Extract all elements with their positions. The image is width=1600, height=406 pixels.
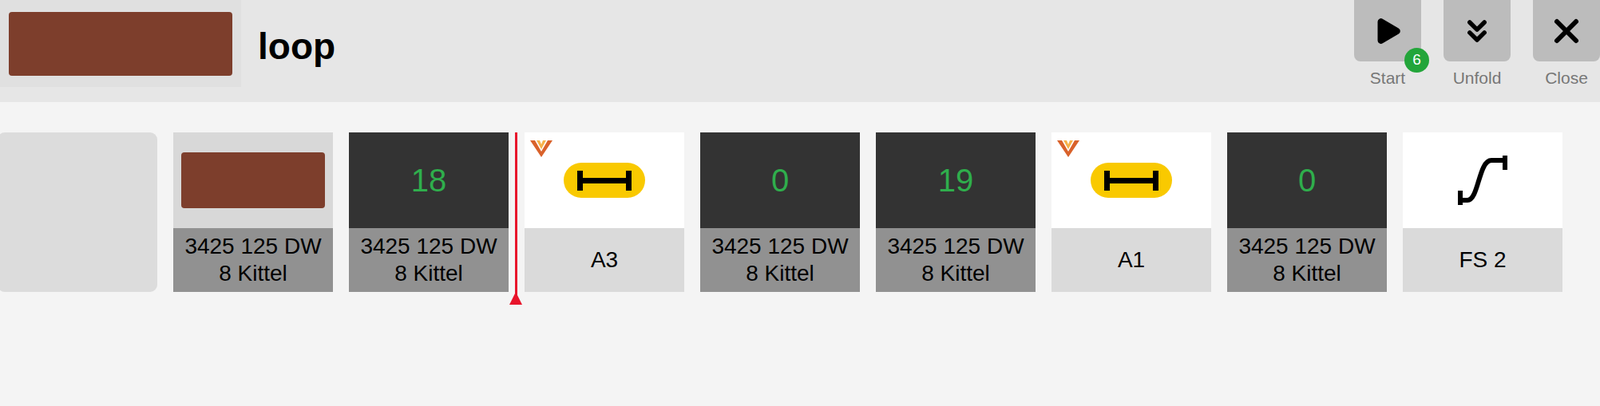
title: loop: [257, 19, 336, 75]
sequence-row: 3425 125 DW 8 Kittel183425 125 DW 8 Kitt…: [0, 132, 1600, 293]
app: loop 6Start Unfold Close 3425 125 DW 8 Kitte…: [0, 0, 1600, 406]
count-value: 19: [875, 132, 1036, 229]
count-card[interactable]: 193425 125 DW 8 Kittel: [875, 132, 1036, 293]
position-cursor: [514, 132, 518, 304]
route-card[interactable]: FS 2: [1402, 132, 1563, 293]
chevrons-down-icon: [1459, 13, 1495, 49]
locomotive-photo: [173, 132, 333, 229]
empty-card[interactable]: [0, 132, 158, 293]
card-label: 3425 125 DW 8 Kittel: [700, 228, 860, 293]
count-card[interactable]: 03425 125 DW 8 Kittel: [700, 132, 860, 293]
play-icon: [1371, 15, 1404, 48]
count-value: 0: [700, 132, 860, 229]
close-button[interactable]: Close: [1532, 0, 1600, 92]
badge: 6: [1404, 47, 1430, 73]
track-icon: [562, 162, 646, 199]
close-icon: [1547, 11, 1586, 51]
card-label: FS 2: [1402, 228, 1563, 293]
button-label: Start: [1370, 65, 1406, 92]
count-card[interactable]: 03425 125 DW 8 Kittel: [1227, 132, 1387, 293]
locomotive-photo: [0, 0, 242, 88]
card-label: 3425 125 DW 8 Kittel: [348, 228, 509, 293]
button-label: Unfold: [1453, 65, 1502, 92]
card-label: 3425 125 DW 8 Kittel: [173, 228, 333, 293]
card-label: 3425 125 DW 8 Kittel: [875, 228, 1036, 293]
card-label: A1: [1051, 228, 1212, 293]
route-icon: [1454, 154, 1511, 207]
header-bar: loop 6Start Unfold Close: [0, 0, 1600, 103]
count-card[interactable]: 183425 125 DW 8 Kittel: [348, 132, 509, 293]
count-value: 18: [348, 132, 509, 229]
unfold-button[interactable]: Unfold: [1443, 0, 1511, 92]
card-label: 3425 125 DW 8 Kittel: [1227, 228, 1387, 293]
track-icon: [1089, 162, 1173, 199]
warning-flag-icon: [529, 138, 554, 159]
button-label: Close: [1544, 65, 1589, 92]
card-label: A3: [524, 228, 685, 293]
start-button[interactable]: 6Start: [1354, 0, 1422, 92]
locomotive-card[interactable]: 3425 125 DW 8 Kittel: [173, 132, 333, 293]
track-card[interactable]: A3: [524, 132, 685, 293]
warning-flag-icon: [1056, 138, 1081, 159]
count-value: 0: [1227, 132, 1387, 229]
track-card[interactable]: A1: [1051, 132, 1212, 293]
